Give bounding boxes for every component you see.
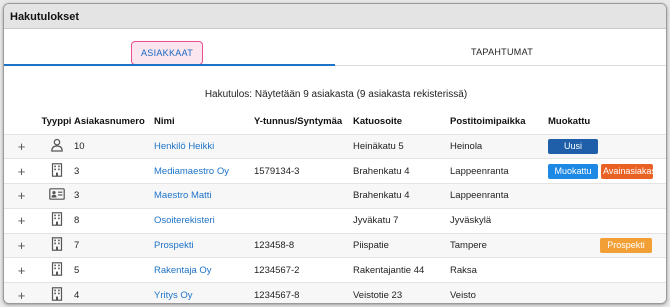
status-badge-prospekti: Prospekti	[600, 238, 652, 254]
business-id	[254, 133, 353, 159]
postal-city: Lappeenranta	[450, 183, 548, 209]
modified-badges	[548, 207, 666, 234]
status-badge-muokattu: Muokattu	[548, 163, 598, 179]
column-header-type[interactable]: Tyyppi	[39, 110, 74, 134]
customer-number: 8	[74, 207, 154, 234]
modified-badges	[548, 282, 666, 303]
table-row[interactable]: +7 Prospekti 123458-8 Piispatie Tampere Prosp…	[4, 232, 666, 258]
customer-number: 10	[74, 133, 154, 159]
panel-title: Hakutulokset	[4, 4, 666, 29]
street-address: Jyväkatu 7	[353, 207, 450, 234]
modified-badges: Muokattu Avainasiakas	[548, 158, 666, 184]
street-address: Rakentajantie 44	[353, 257, 450, 283]
modified-badges	[548, 257, 666, 283]
expand-row-button[interactable]: +	[4, 183, 39, 209]
building-icon	[51, 262, 63, 279]
building-icon	[51, 287, 63, 303]
street-address: Veistotie 23	[353, 282, 450, 303]
customer-number: 3	[74, 183, 154, 209]
customer-number: 4	[74, 282, 154, 303]
building-icon	[51, 212, 63, 229]
expand-row-button[interactable]: +	[4, 232, 39, 258]
table-row[interactable]: +8 Osoiterekisteri Jyväkatu 7 Jyväskylä	[4, 207, 666, 234]
expand-row-button[interactable]: +	[4, 207, 39, 234]
business-id: 1234567-2	[254, 257, 353, 283]
building-icon	[51, 237, 63, 254]
postal-city: Heinola	[450, 133, 548, 159]
column-header-address[interactable]: Katuosoite	[353, 110, 450, 134]
modified-badges: Prospekti	[548, 232, 666, 258]
postal-city: Tampere	[450, 232, 548, 258]
business-id	[254, 183, 353, 209]
results-summary: Hakutulos: Näytetään 9 asiakasta (9 asia…	[204, 89, 468, 100]
column-header-muokattu[interactable]: Muokattu	[548, 110, 666, 134]
customer-number: 7	[74, 232, 154, 258]
column-header-number[interactable]: Asiakasnumero	[74, 110, 154, 134]
contact-card-icon	[48, 188, 65, 203]
status-badge-uusi: Uusi	[548, 138, 598, 154]
customer-number: 5	[74, 257, 154, 283]
tab-asiakkaat[interactable]: ASIAKKAAT	[131, 41, 203, 65]
table-row[interactable]: +5 Rakentaja Oy 1234567-2 Rakentajantie 44 R…	[4, 257, 666, 283]
street-address: Piispatie	[353, 232, 450, 258]
table-header-row: Tyyppi Asiakasnumero Nimi Y-tunnus/Synty…	[4, 110, 666, 134]
street-address: Brahenkatu 4	[353, 183, 450, 209]
column-header-city[interactable]: Postitoimipaikka	[450, 110, 548, 134]
business-id: 1234567-8	[254, 282, 353, 303]
customer-name-link[interactable]: Maestro Matti	[154, 183, 254, 209]
customer-name-link[interactable]: Henkilö Heikki	[154, 133, 254, 159]
customer-name-link[interactable]: Rakentaja Oy	[154, 257, 254, 283]
table-row[interactable]: +3 Mediamaestro Oy 1579134-3 Brahenkatu 4 La…	[4, 158, 666, 184]
expand-row-button[interactable]: +	[4, 282, 39, 303]
table-row[interactable]: +10 Henkilö Heikki Heinäkatu 5 Heinola Uusi	[4, 133, 666, 159]
customer-name-link[interactable]: Osoiterekisteri	[154, 207, 254, 234]
street-address: Brahenkatu 4	[353, 158, 450, 184]
expand-row-button[interactable]: +	[4, 133, 39, 159]
results-table: Tyyppi Asiakasnumero Nimi Y-tunnus/Synty…	[4, 110, 666, 303]
modified-badges: Uusi	[548, 133, 666, 159]
column-header-ytunnus[interactable]: Y-tunnus/Syntymäa	[254, 110, 353, 134]
building-icon	[51, 162, 63, 180]
postal-city: Jyväskylä	[450, 207, 548, 234]
expand-row-button[interactable]: +	[4, 257, 39, 283]
customer-name-link[interactable]: Prospekti	[154, 232, 254, 258]
postal-city: Raksa	[450, 257, 548, 283]
person-icon	[50, 138, 64, 155]
expand-column-header	[4, 110, 39, 134]
modified-badges	[548, 183, 666, 209]
status-badge-avainasiakas: Avainasiakas	[601, 163, 653, 179]
column-header-name[interactable]: Nimi	[154, 110, 254, 134]
results-table-body: +10 Henkilö Heikki Heinäkatu 5 Heinola Uusi +…	[4, 133, 666, 303]
customer-name-link[interactable]: Mediamaestro Oy	[154, 158, 254, 184]
postal-city: Veisto	[450, 282, 548, 303]
street-address: Heinäkatu 5	[353, 133, 450, 159]
tab-bar: ASIAKKAAT TAPAHTUMAT	[4, 29, 666, 66]
search-results-panel: Hakutulokset ASIAKKAAT TAPAHTUMAT Hakutu…	[3, 3, 667, 304]
business-id: 123458-8	[254, 232, 353, 258]
active-tab-indicator	[4, 64, 335, 66]
postal-city: Lappeenranta	[450, 158, 548, 184]
customer-name-link[interactable]: Yritys Oy	[154, 282, 254, 303]
business-id	[254, 207, 353, 234]
table-row[interactable]: +4 Yritys Oy 1234567-8 Veistotie 23 Veisto	[4, 282, 666, 303]
tab-tapahtumat[interactable]: TAPAHTUMAT	[442, 41, 562, 65]
customer-number: 3	[74, 158, 154, 184]
expand-row-button[interactable]: +	[4, 158, 39, 184]
business-id: 1579134-3	[254, 158, 353, 184]
table-row[interactable]: +3 Maestro Matti Brahenkatu 4 Lappeenranta	[4, 183, 666, 209]
